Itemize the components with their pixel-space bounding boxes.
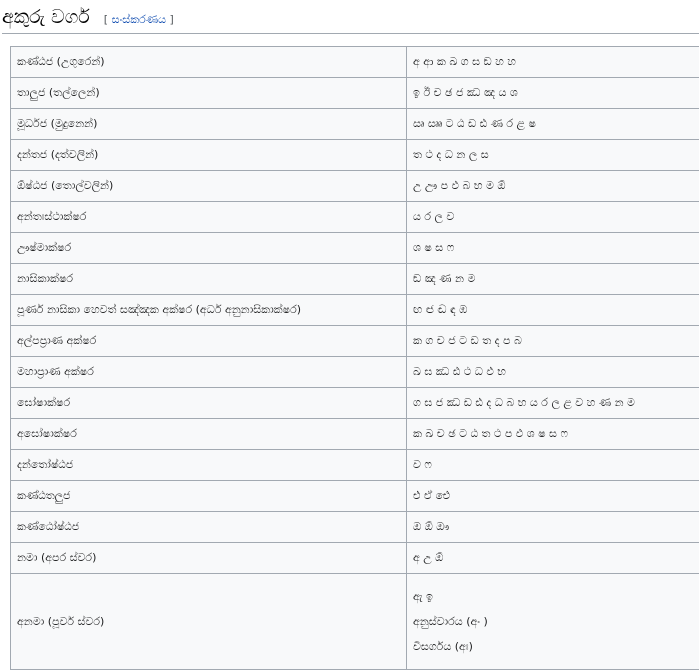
edit-section-link[interactable]: සංස්කරණය (112, 13, 166, 26)
category-cell: මූර්ධජ (මුදුනෙන්) (10, 108, 407, 140)
section-heading: අකුරු වර්ග [ සංස්කරණය ] (2, 6, 699, 34)
letters-cell: ඛ ඝ ඣ ඪ ථ ධ ඵ භ (406, 356, 699, 388)
letters-cell: උ ඌ ප ඵ බ භ ම ඕ (406, 170, 699, 202)
edit-section-link-wrapper: [ සංස්කරණය ] (104, 13, 174, 27)
table-row: මහාප්‍රාණ අක්ෂර ඛ ඝ ඣ ඪ ථ ධ ඵ භ (10, 356, 699, 388)
table-row: නමා (අපර ස්වර) අ උ ඕ (10, 542, 699, 574)
table-row: කණ්ඨෝෂ්ඨජ ඔ ඕ ඖ (10, 511, 699, 543)
table-row: දන්තජ (දත්වලින්) ත ථ ද ධ න ල ස (10, 139, 699, 171)
table-row: තාලුජ (තල්ලෙන්) ඉ ඊ ච ඡ ජ ඣ ඤ ය ශ (10, 77, 699, 109)
table-row: ඝෝෂාක්ෂර ග ඝ ජ ඣ ඩ ඪ ද ධ බ භ ය ර ල ළ ව හ … (10, 387, 699, 419)
letters-line: විසර්ගය (අඃ) (413, 640, 473, 653)
category-cell: කණ්ඨතලුජ (10, 480, 407, 512)
category-cell: ඝෝෂාක්ෂර (10, 387, 407, 419)
letters-cell: ව ෆ (406, 449, 699, 481)
category-cell: තාලුජ (තල්ලෙන්) (10, 77, 407, 109)
letters-cell: අ උ ඕ (406, 542, 699, 574)
category-cell: පූර්ණ නාසිකා හෙවත් සඤ්ඤක අක්ෂර (අර්ධ අනු… (10, 294, 407, 326)
table-row: නාසිකාක්ෂර ඞ ඤ ණ න ම (10, 263, 699, 295)
category-cell: අන්තඃස්ථාක්ෂර (10, 201, 407, 233)
category-cell: දන්තෝෂ්ඨජ (10, 449, 407, 481)
letters-cell: ය ර ල ව (406, 201, 699, 233)
letter-types-table: කණ්ඨජ (උගුරෙන්) අ ආ ක ඛ ග ඝ ඞ හ හ තාලුජ (ත… (10, 46, 699, 670)
table-row: ඕෂ්ඨජ (තොල්වලින්) උ ඌ ප ඵ බ භ ම ඕ (10, 170, 699, 202)
category-cell: අල්පප්‍රාණ අක්ෂර (10, 325, 407, 357)
category-cell: මහාප්‍රාණ අක්ෂර (10, 356, 407, 388)
letters-cell: ග ඝ ජ ඣ ඩ ඪ ද ධ බ භ ය ර ල ළ ව හ ණ න ම (406, 387, 699, 419)
letters-cell: ශ ෂ ස ෆ (406, 232, 699, 264)
letters-line: ඇ ඉ (413, 590, 433, 603)
table-row: අඝෝෂාක්ෂර ක ඛ ච ඡ ට ඨ ත ථ ප ඵ ශ ෂ ස ෆ (10, 418, 699, 450)
category-cell: අනමා (පූර්ව ස්වර) (10, 573, 407, 670)
letters-cell: ඍ ඎ ට ඨ ඩ ඪ ණ ර ළ ෂ (406, 108, 699, 140)
bracket-open: [ (103, 13, 109, 26)
category-cell: ඌෂ්මාක්ෂර (10, 232, 407, 264)
bracket-close: ] (169, 13, 174, 26)
table-row: කණ්ඨජ (උගුරෙන්) අ ආ ක ඛ ග ඝ ඞ හ හ (10, 46, 699, 78)
table-body: කණ්ඨජ (උගුරෙන්) අ ආ ක ඛ ග ඝ ඞ හ හ තාලුජ (ත… (10, 46, 699, 670)
category-cell: අඝෝෂාක්ෂර (10, 418, 407, 450)
table-row: ඌෂ්මාක්ෂර ශ ෂ ස ෆ (10, 232, 699, 264)
category-cell: ඕෂ්ඨජ (තොල්වලින්) (10, 170, 407, 202)
category-cell: දන්තජ (දත්වලින්) (10, 139, 407, 171)
letters-cell: ක ග ච ජ ට ඩ ත ද ප බ (406, 325, 699, 357)
letters-cell: ඞ ඤ ණ න ම (406, 263, 699, 295)
table-row: කණ්ඨතලුජ එ ඒ ඓ (10, 480, 699, 512)
letters-line: අනුස්වාරය (අං ) (413, 615, 488, 628)
category-cell: නාසිකාක්ෂර (10, 263, 407, 295)
table-row: අනමා (පූර්ව ස්වර) ඇ ඉ අනුස්වාරය (අං ) විසර්… (10, 573, 699, 670)
letters-cell: ඇ ඉ අනුස්වාරය (අං ) විසර්ගය (අඃ) (406, 573, 699, 670)
letters-cell: ඟ ඦ ඬ ඳ ඹ (406, 294, 699, 326)
table-row: අන්තඃස්ථාක්ෂර ය ර ල ව (10, 201, 699, 233)
letters-cell: අ ආ ක ඛ ග ඝ ඞ හ හ (406, 46, 699, 78)
letters-cell: ක ඛ ච ඡ ට ඨ ත ථ ප ඵ ශ ෂ ස ෆ (406, 418, 699, 450)
letters-cell: එ ඒ ඓ (406, 480, 699, 512)
section-title: අකුරු වර්ග (2, 6, 90, 28)
letters-cell: ත ථ ද ධ න ල ස (406, 139, 699, 171)
category-cell: නමා (අපර ස්වර) (10, 542, 407, 574)
category-cell: කණ්ඨෝෂ්ඨජ (10, 511, 407, 543)
category-cell: කණ්ඨජ (උගුරෙන්) (10, 46, 407, 78)
table-row: දන්තෝෂ්ඨජ ව ෆ (10, 449, 699, 481)
table-row: පූර්ණ නාසිකා හෙවත් සඤ්ඤක අක්ෂර (අර්ධ අනු… (10, 294, 699, 326)
letters-cell: ඔ ඕ ඖ (406, 511, 699, 543)
letters-cell: ඉ ඊ ච ඡ ජ ඣ ඤ ය ශ (406, 77, 699, 109)
table-row: අල්පප්‍රාණ අක්ෂර ක ග ච ජ ට ඩ ත ද ප බ (10, 325, 699, 357)
table-row: මූර්ධජ (මුදුනෙන්) ඍ ඎ ට ඨ ඩ ඪ ණ ර ළ ෂ (10, 108, 699, 140)
